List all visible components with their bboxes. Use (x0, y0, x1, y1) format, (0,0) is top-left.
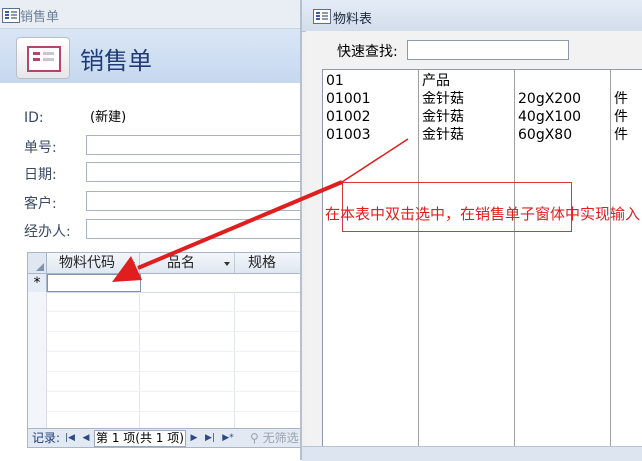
item-name: 金针菇 (422, 91, 464, 107)
order-number-field[interactable] (86, 135, 302, 155)
grid-line (47, 331, 301, 332)
id-label: ID: (24, 110, 44, 126)
previous-record-icon[interactable]: ◀ (80, 429, 92, 447)
item-code: 01 (326, 73, 344, 89)
form-heading: 销售单 (80, 47, 152, 75)
record-selector-column (28, 292, 47, 429)
grid-line (47, 411, 301, 412)
column-dropdown-icon[interactable] (129, 262, 135, 266)
item-unit: 件 (614, 91, 628, 107)
grid-line (47, 391, 301, 392)
item-spec: 60gX80 (518, 127, 573, 143)
column-header-material-code[interactable]: 物料代码 (47, 253, 140, 273)
customer-field[interactable] (86, 191, 302, 211)
item-unit: 件 (614, 127, 628, 143)
customer-label: 客户: (24, 196, 57, 212)
subform-header-row: 物料代码 品名 规格 (28, 253, 301, 274)
current-record-field[interactable]: 第 1 项(共 1 项) (94, 430, 186, 447)
id-field[interactable]: (新建) (86, 108, 302, 128)
new-record-marker: * (28, 274, 47, 292)
item-unit: 件 (614, 109, 628, 125)
material-code-cell[interactable] (47, 274, 141, 292)
material-window-body: 快速查找: 01 产品 01001 金针菇 20gX200 件 01002 金针… (306, 31, 642, 447)
item-name: 金针菇 (422, 127, 464, 143)
item-code: 01001 (326, 91, 371, 107)
record-nav-label: 记录: (32, 431, 61, 445)
item-spec: 40gX100 (518, 109, 582, 125)
item-code: 01003 (326, 127, 371, 143)
select-all-corner[interactable] (28, 253, 47, 273)
record-navigation-bar: 记录: |◀ ◀ 第 1 项(共 1 项) ▶ ▶| ▶* ⚲ 无筛选 (27, 428, 301, 448)
item-name: 产品 (422, 73, 450, 89)
column-dropdown-icon[interactable] (224, 262, 230, 266)
material-list-box[interactable]: 01 产品 01001 金针菇 20gX200 件 01002 金针菇 40gX… (322, 69, 642, 447)
item-spec: 20gX200 (518, 91, 582, 107)
grid-line (234, 292, 235, 429)
grid-line (47, 311, 301, 312)
filter-status-text: 无筛选 (262, 431, 299, 445)
form-header: 销售单 (0, 29, 300, 83)
list-item[interactable]: 01 产品 (323, 72, 642, 90)
material-window-bottom-border (302, 446, 642, 461)
sales-detail-subform[interactable]: 物料代码 品名 规格 * (27, 252, 301, 430)
list-item[interactable]: 01002 金针菇 40gX100 件 (323, 108, 642, 126)
grid-line (47, 371, 301, 372)
form-window-icon (313, 9, 331, 24)
material-window-titlebar[interactable]: 物料表 (302, 0, 642, 32)
grid-line (139, 292, 140, 429)
form-window-icon (2, 8, 20, 23)
filter-icon: ⚲ (250, 431, 263, 445)
new-record-row[interactable]: * (28, 274, 301, 293)
quick-search-label: 快速查找: (337, 44, 398, 60)
item-name: 金针菇 (422, 109, 464, 125)
column-header-product-name[interactable]: 品名 (140, 253, 235, 273)
next-record-icon[interactable]: ▶ (188, 429, 200, 447)
form-icon (16, 37, 70, 79)
handler-label: 经办人: (24, 224, 71, 240)
filter-status[interactable]: ⚲ 无筛选 (250, 429, 299, 447)
material-window-title: 物料表 (333, 12, 373, 27)
sales-window-title: 销售单 (20, 10, 60, 25)
first-record-icon[interactable]: |◀ (64, 429, 76, 447)
list-item[interactable]: 01003 金针菇 60gX80 件 (323, 126, 642, 144)
sales-form-titlebar[interactable]: 销售单 (0, 0, 300, 29)
quick-search-input[interactable] (407, 40, 569, 60)
grid-line (47, 351, 301, 352)
date-field[interactable] (86, 162, 302, 182)
handler-field[interactable] (86, 219, 302, 239)
annotation-text: 在本表中双击选中，在销售单子窗体中实现输入 (325, 205, 641, 223)
order-number-label: 单号: (24, 140, 57, 156)
column-header-spec[interactable]: 规格 (235, 253, 301, 273)
date-label: 日期: (24, 167, 57, 183)
list-item[interactable]: 01001 金针菇 20gX200 件 (323, 90, 642, 108)
last-record-icon[interactable]: ▶| (204, 429, 216, 447)
new-record-icon[interactable]: ▶* (222, 429, 234, 447)
item-code: 01002 (326, 109, 371, 125)
